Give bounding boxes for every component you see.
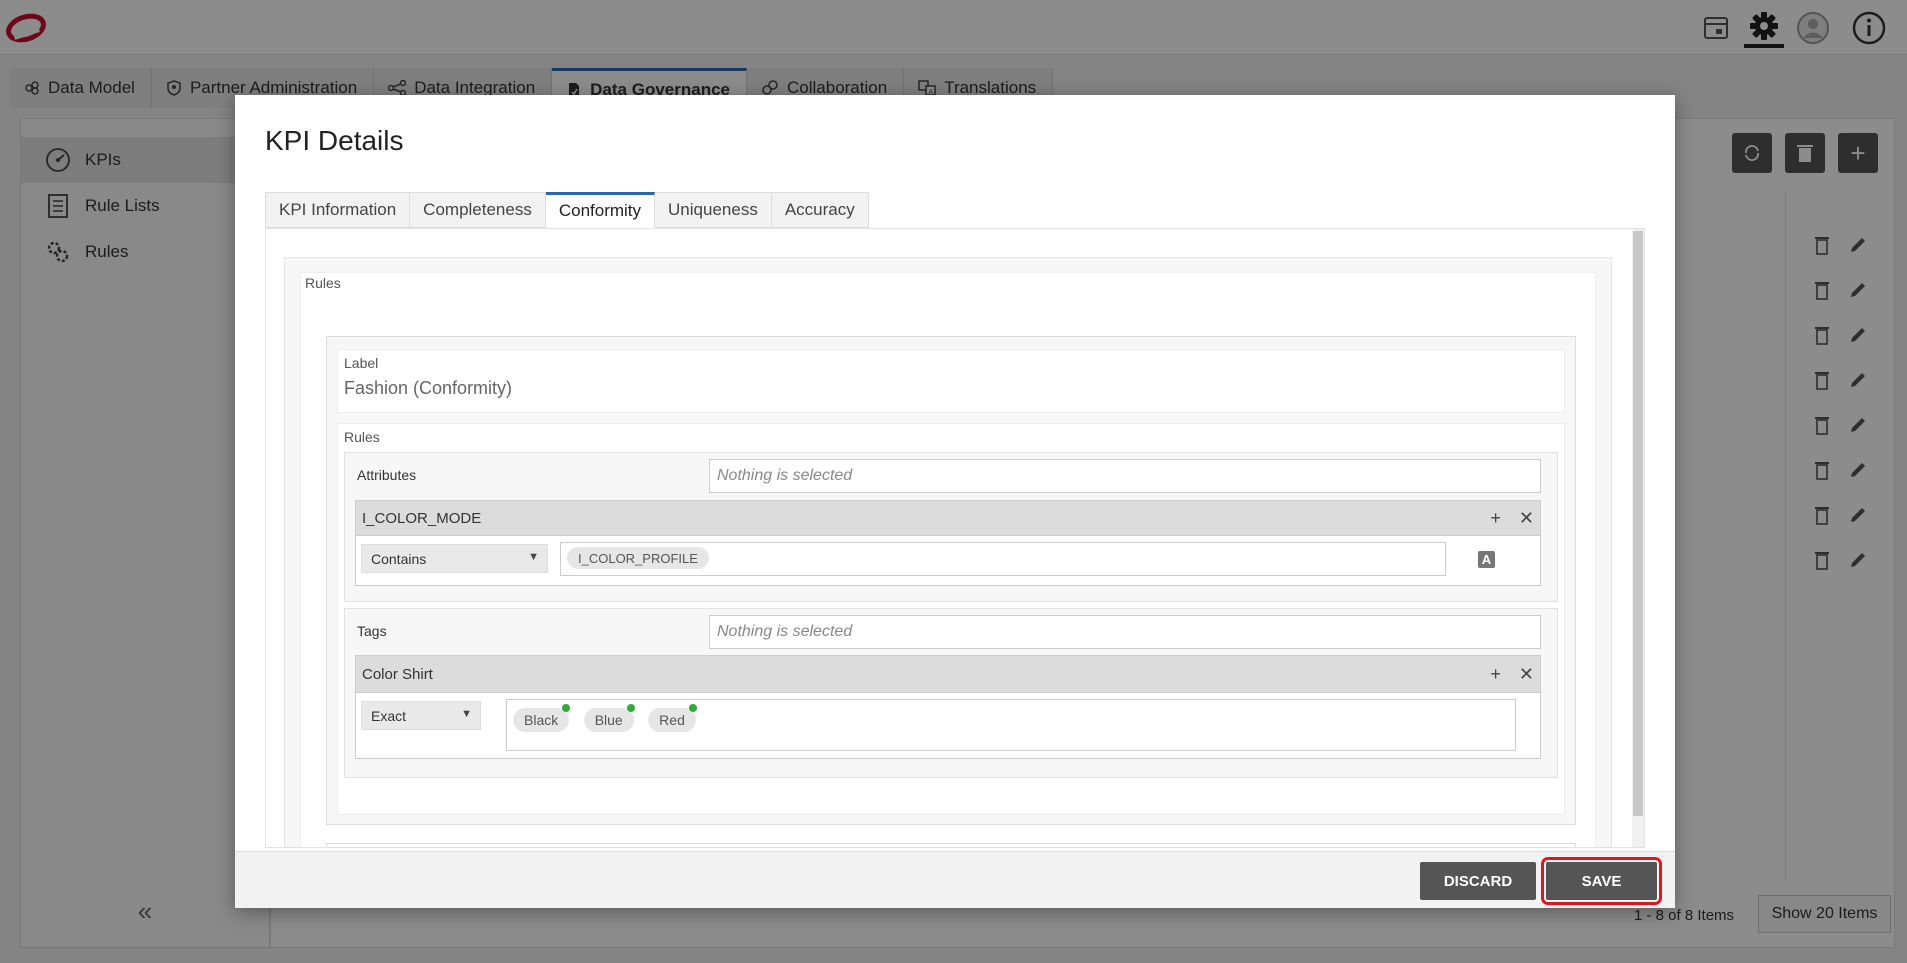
content-scrollbar[interactable]	[1632, 229, 1644, 847]
kpi-tabs: KPI Information Completeness Conformity …	[265, 192, 869, 228]
operator-value: Contains	[371, 550, 427, 567]
operator-value: Exact	[371, 707, 407, 724]
attributes-section: Attributes Nothing is selected I_COLOR_M…	[344, 452, 1558, 602]
attribute-group-name: I_COLOR_MODE	[362, 509, 482, 527]
tags-section: Tags Nothing is selected Color Shirt + ✕	[344, 608, 1558, 778]
status-dot-icon	[562, 704, 571, 712]
attribute-toggle-icon[interactable]: A	[1478, 551, 1495, 568]
remove-group-icon[interactable]: ✕	[1519, 508, 1534, 529]
value-chip[interactable]: I_COLOR_PROFILE	[567, 547, 709, 569]
label-value: Fashion (Conformity)	[344, 378, 513, 398]
label-caption: Label	[344, 355, 379, 371]
tag-chip-black[interactable]: Black	[513, 704, 571, 732]
tab-conformity[interactable]: Conformity	[545, 192, 656, 228]
rules-section: Rules Label Fashion (Conformity) Rules A…	[300, 272, 1596, 847]
chip-label: Blue	[594, 712, 623, 728]
discard-button[interactable]: DISCARD	[1420, 862, 1536, 900]
conformity-content: Rules Label Fashion (Conformity) Rules A…	[265, 228, 1645, 848]
inner-rules-field: Rules Attributes Nothing is selected I_C…	[337, 423, 1565, 815]
rules-section-label: Rules	[305, 275, 341, 291]
status-dot-icon	[688, 704, 697, 712]
attribute-group-body: Contains ▼ I_COLOR_PROFILE A	[355, 536, 1541, 586]
modal-footer: DISCARD SAVE	[235, 851, 1675, 908]
tag-group-body: Exact ▼ Black Blue Red	[355, 693, 1541, 759]
scrollbar-thumb[interactable]	[1633, 231, 1643, 816]
rule-card: Label Fashion (Conformity) Rules Attribu…	[326, 336, 1576, 825]
inner-rules-label: Rules	[344, 429, 380, 445]
label-field: Label Fashion (Conformity)	[337, 349, 1565, 413]
attribute-operator-select[interactable]: Contains ▼	[361, 544, 548, 573]
caret-down-icon: ▼	[461, 708, 472, 720]
chip-label: Black	[524, 712, 559, 728]
caret-down-icon: ▼	[528, 551, 539, 563]
add-condition-icon[interactable]: +	[1490, 508, 1501, 529]
chip-label: Red	[659, 712, 685, 728]
save-button[interactable]: SAVE	[1541, 857, 1662, 905]
tab-completeness[interactable]: Completeness	[410, 192, 546, 228]
tag-group-header: Color Shirt + ✕	[355, 655, 1541, 693]
attribute-values-input[interactable]: I_COLOR_PROFILE	[560, 542, 1446, 576]
attributes-select-input[interactable]: Nothing is selected	[709, 459, 1541, 493]
attributes-caption: Attributes	[357, 467, 417, 483]
tag-chip-blue[interactable]: Blue	[583, 704, 635, 732]
tag-values-input[interactable]: Black Blue Red	[506, 699, 1516, 751]
tab-uniqueness[interactable]: Uniqueness	[655, 192, 772, 228]
tab-kpi-information[interactable]: KPI Information	[266, 192, 411, 228]
tags-select-input[interactable]: Nothing is selected	[709, 615, 1541, 649]
modal-title: KPI Details	[265, 125, 404, 156]
kpi-details-modal: KPI Details KPI Information Completeness…	[235, 95, 1675, 908]
next-rule-card	[326, 843, 1576, 847]
tag-operator-select[interactable]: Exact ▼	[361, 701, 481, 730]
tag-group-name: Color Shirt	[362, 665, 433, 683]
add-condition-icon[interactable]: +	[1490, 664, 1501, 685]
status-dot-icon	[626, 704, 635, 712]
tab-accuracy[interactable]: Accuracy	[771, 192, 869, 228]
attribute-group-header: I_COLOR_MODE + ✕	[355, 500, 1541, 536]
remove-group-icon[interactable]: ✕	[1519, 664, 1534, 685]
rules-outer-box: Rules Label Fashion (Conformity) Rules A…	[284, 257, 1612, 847]
tag-chip-red[interactable]: Red	[648, 704, 697, 732]
tags-caption: Tags	[357, 623, 387, 639]
